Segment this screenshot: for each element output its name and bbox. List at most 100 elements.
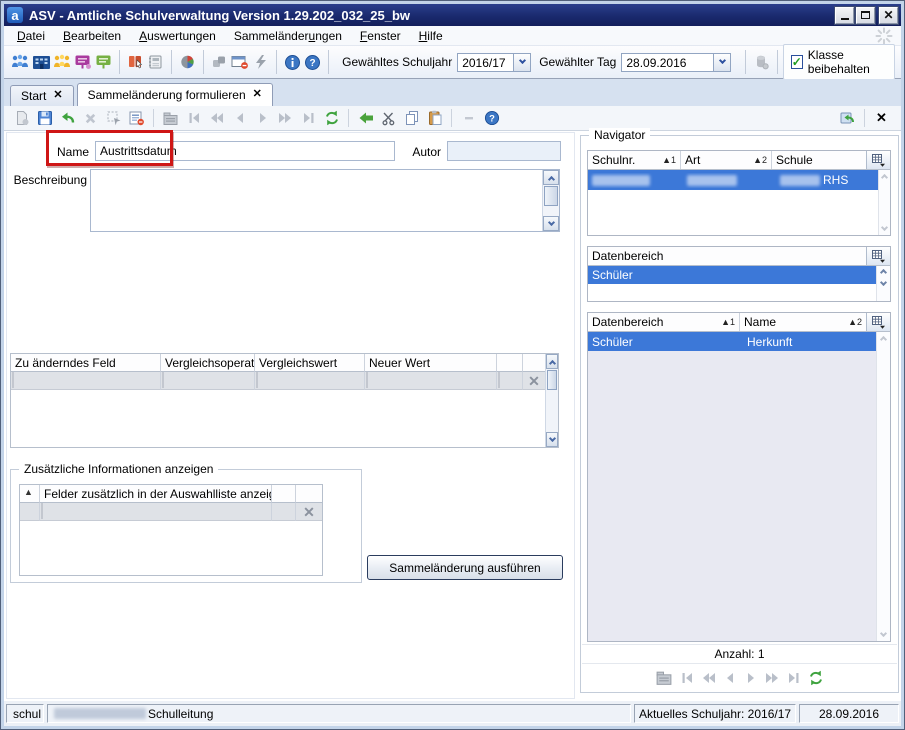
- records-button[interactable]: [159, 108, 182, 129]
- nav-next-button[interactable]: [251, 108, 274, 129]
- scroll-thumb[interactable]: [547, 370, 557, 390]
- board-green-button[interactable]: [93, 49, 114, 75]
- statistics-button[interactable]: [177, 49, 198, 75]
- schools-scrollbar[interactable]: [878, 170, 890, 235]
- nav-first-button[interactable]: [182, 108, 205, 129]
- conditions-scrollbar[interactable]: [545, 354, 558, 447]
- beschreibung-scrollbar[interactable]: [542, 170, 559, 231]
- conditions-table-body[interactable]: [11, 390, 545, 447]
- database-button[interactable]: [751, 49, 772, 75]
- beschreibung-textarea[interactable]: [91, 170, 542, 231]
- nav-last-button[interactable]: [297, 108, 320, 129]
- column-header[interactable]: Neuer Wert: [365, 354, 497, 372]
- delete-button[interactable]: [79, 108, 102, 129]
- nav-fast-prev-button[interactable]: [701, 671, 716, 685]
- clear-filter-button[interactable]: ✕: [523, 372, 545, 390]
- additional-info-body[interactable]: [20, 521, 322, 575]
- sort-asc-icon[interactable]: ▲: [20, 485, 40, 503]
- school-year-value[interactable]: 2016/17: [457, 53, 513, 72]
- paste-button[interactable]: [423, 108, 446, 129]
- day-value[interactable]: 28.09.2016: [621, 53, 713, 72]
- print-list-button[interactable]: [145, 49, 166, 75]
- school-year-combobox[interactable]: 2016/17: [457, 53, 531, 72]
- day-dropdown-button[interactable]: [713, 53, 731, 72]
- module-help-button[interactable]: ?: [480, 108, 503, 129]
- data-area-row-selected[interactable]: Schüler: [588, 266, 876, 284]
- tab-close-icon[interactable]: ✕: [253, 89, 262, 100]
- column-header-datenbereich[interactable]: Datenbereich: [588, 247, 866, 265]
- data-area-scrollbar[interactable]: [876, 266, 890, 301]
- help-button[interactable]: ?: [303, 49, 324, 75]
- report-button[interactable]: [125, 49, 146, 75]
- table-config-button[interactable]: [866, 151, 890, 169]
- menu-fenster[interactable]: Fenster: [351, 27, 410, 45]
- filter-input[interactable]: [498, 372, 500, 388]
- selection-button[interactable]: [102, 108, 125, 129]
- board-purple-button[interactable]: [72, 49, 93, 75]
- undo-button[interactable]: [56, 108, 79, 129]
- table-config-button[interactable]: [866, 247, 890, 265]
- day-combobox[interactable]: 28.09.2016: [621, 53, 731, 72]
- menu-sammelaenderungen[interactable]: Sammeländerungen: [225, 27, 351, 45]
- persons-button[interactable]: [52, 49, 73, 75]
- filter-input[interactable]: [41, 503, 43, 519]
- menu-hilfe[interactable]: Hilfe: [410, 27, 452, 45]
- scroll-up-button[interactable]: [546, 354, 558, 369]
- filter-input[interactable]: [162, 372, 164, 388]
- change-row-selected[interactable]: Schüler Herkunft: [588, 332, 876, 351]
- filter-input[interactable]: [256, 372, 258, 388]
- menu-datei[interactable]: Datei: [8, 27, 54, 45]
- school-button[interactable]: [31, 49, 52, 75]
- name-input[interactable]: [95, 141, 395, 161]
- nav-next-button[interactable]: [744, 671, 758, 685]
- back-button[interactable]: [354, 108, 377, 129]
- nav-prev-button[interactable]: [723, 671, 737, 685]
- form-settings-button[interactable]: [125, 108, 148, 129]
- students-button[interactable]: [10, 49, 31, 75]
- minimize-button[interactable]: [835, 7, 854, 24]
- scroll-thumb[interactable]: [544, 186, 558, 206]
- dash-button[interactable]: [457, 108, 480, 129]
- column-header-art[interactable]: Art▲2: [681, 151, 772, 169]
- cut-button[interactable]: [377, 108, 400, 129]
- copy-button[interactable]: [400, 108, 423, 129]
- changes-scrollbar[interactable]: [876, 332, 890, 641]
- nav-first-button[interactable]: [680, 671, 694, 685]
- refresh-button[interactable]: [808, 670, 824, 686]
- column-header-datenbereich[interactable]: Datenbereich▲1: [588, 313, 740, 331]
- tab-start[interactable]: Start ✕: [10, 85, 74, 106]
- table-config-button[interactable]: [866, 313, 890, 331]
- keep-class-checkbox[interactable]: ✓: [791, 55, 803, 69]
- column-header-name[interactable]: Name▲2: [740, 313, 866, 331]
- column-header[interactable]: Felder zusätzlich in der Auswahlliste an…: [40, 485, 272, 503]
- nav-last-button[interactable]: [787, 671, 801, 685]
- tab-sammelaenderung-formulieren[interactable]: Sammeländerung formulieren ✕: [77, 83, 273, 106]
- nav-prev-button[interactable]: [228, 108, 251, 129]
- close-button[interactable]: ✕: [879, 7, 898, 24]
- execute-bulk-change-button[interactable]: Sammeländerung ausführen: [367, 555, 563, 580]
- scroll-down-button[interactable]: [546, 432, 558, 447]
- column-header-schule[interactable]: Schule: [772, 151, 866, 169]
- clear-filter-button[interactable]: ✕: [296, 503, 322, 521]
- school-row-selected[interactable]: RHS: [588, 170, 878, 190]
- nav-fast-prev-button[interactable]: [205, 108, 228, 129]
- filter-input[interactable]: [366, 372, 368, 388]
- column-header[interactable]: Zu änderndes Feld: [11, 354, 161, 372]
- nav-fast-next-button[interactable]: [274, 108, 297, 129]
- maximize-button[interactable]: [856, 7, 875, 24]
- quick-action-button[interactable]: [250, 49, 271, 75]
- close-window-button[interactable]: [229, 49, 250, 75]
- school-year-dropdown-button[interactable]: [513, 53, 531, 72]
- detach-view-button[interactable]: [836, 108, 859, 129]
- modules-button[interactable]: [209, 49, 230, 75]
- filter-input[interactable]: [12, 372, 14, 388]
- tab-close-icon[interactable]: ✕: [53, 90, 62, 101]
- new-button[interactable]: [10, 108, 33, 129]
- scroll-up-button[interactable]: [543, 170, 559, 185]
- keep-class-toggle[interactable]: ✓ Klasse beibehalten: [783, 44, 895, 80]
- info-button[interactable]: [282, 49, 303, 75]
- close-view-button[interactable]: ✕: [870, 108, 893, 129]
- column-header-schulnr[interactable]: Schulnr.▲1: [588, 151, 681, 169]
- scroll-down-button[interactable]: [543, 216, 559, 231]
- menu-auswertungen[interactable]: Auswertungen: [130, 27, 225, 45]
